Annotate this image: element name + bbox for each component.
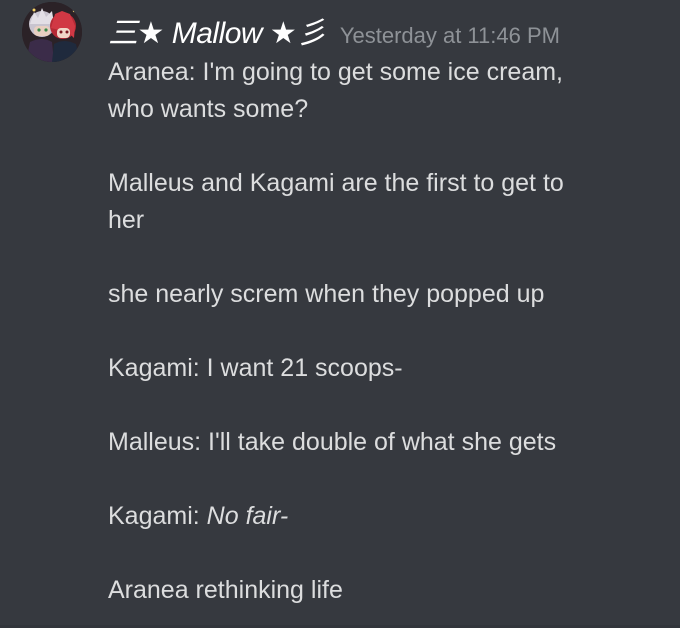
message-line: she nearly screm when they popped up xyxy=(108,280,545,308)
message-line: Kagami: No fair- xyxy=(108,498,668,535)
message-content: Aranea: I'm going to get some ice cream,… xyxy=(108,54,668,609)
message-line: Aranea rethinking life xyxy=(108,576,343,604)
avatar[interactable] xyxy=(22,2,82,62)
message-header: 三★ Mallow ★彡 Yesterday at 11:46 PM xyxy=(108,8,560,52)
message-line: Malleus and Kagami are the first to get … xyxy=(108,169,564,197)
message-line: who wants some? xyxy=(108,95,309,123)
message-line: Malleus: I'll take double of what she ge… xyxy=(108,428,557,456)
timestamp[interactable]: Yesterday at 11:46 PM xyxy=(340,23,560,49)
message-text: Kagami: xyxy=(108,502,207,530)
username[interactable]: 三★ Mallow ★彡 xyxy=(108,8,326,52)
avatar-icon xyxy=(22,2,82,62)
message-line: her xyxy=(108,206,145,234)
message-line: Kagami: I want 21 scoops- xyxy=(108,354,403,382)
message-line: Aranea: I'm going to get some ice cream, xyxy=(108,58,563,86)
italic-text: No fair- xyxy=(206,502,289,530)
discord-message-view: 三★ Mallow ★彡 Yesterday at 11:46 PM Arane… xyxy=(0,0,680,628)
